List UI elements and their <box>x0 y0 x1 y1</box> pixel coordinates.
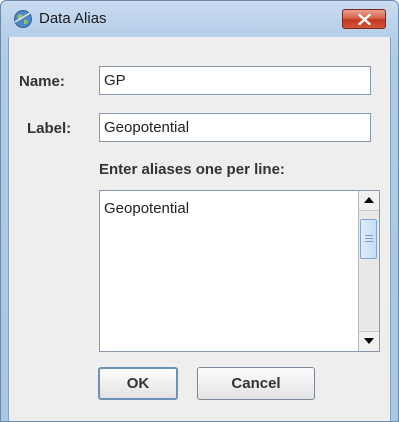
scroll-up-button[interactable] <box>359 191 379 211</box>
data-alias-dialog: Data Alias Name: Label: Enter aliases on… <box>0 0 399 422</box>
name-field[interactable] <box>99 66 371 95</box>
close-button[interactable] <box>342 9 386 29</box>
name-label: Name: <box>19 73 65 90</box>
window-frame-bottom <box>1 411 398 421</box>
window-title: Data Alias <box>39 10 107 27</box>
title-bar[interactable]: Data Alias <box>1 1 398 37</box>
chevron-up-icon <box>364 197 374 203</box>
label-field[interactable] <box>99 113 371 142</box>
ok-button[interactable]: OK <box>98 367 178 400</box>
globe-icon <box>13 9 33 29</box>
aliases-prompt: Enter aliases one per line: <box>99 161 285 178</box>
close-icon <box>358 14 371 25</box>
chevron-down-icon <box>364 338 374 344</box>
scroll-down-button[interactable] <box>359 331 379 351</box>
label-label: Label: <box>27 120 72 137</box>
aliases-textarea[interactable]: Geopotential <box>99 190 380 352</box>
vertical-scrollbar[interactable] <box>358 191 379 351</box>
dialog-content: Name: Label: Enter aliases one per line:… <box>8 37 391 421</box>
scroll-thumb[interactable] <box>360 219 377 259</box>
cancel-button[interactable]: Cancel <box>197 367 315 400</box>
aliases-text: Geopotential <box>104 200 190 217</box>
